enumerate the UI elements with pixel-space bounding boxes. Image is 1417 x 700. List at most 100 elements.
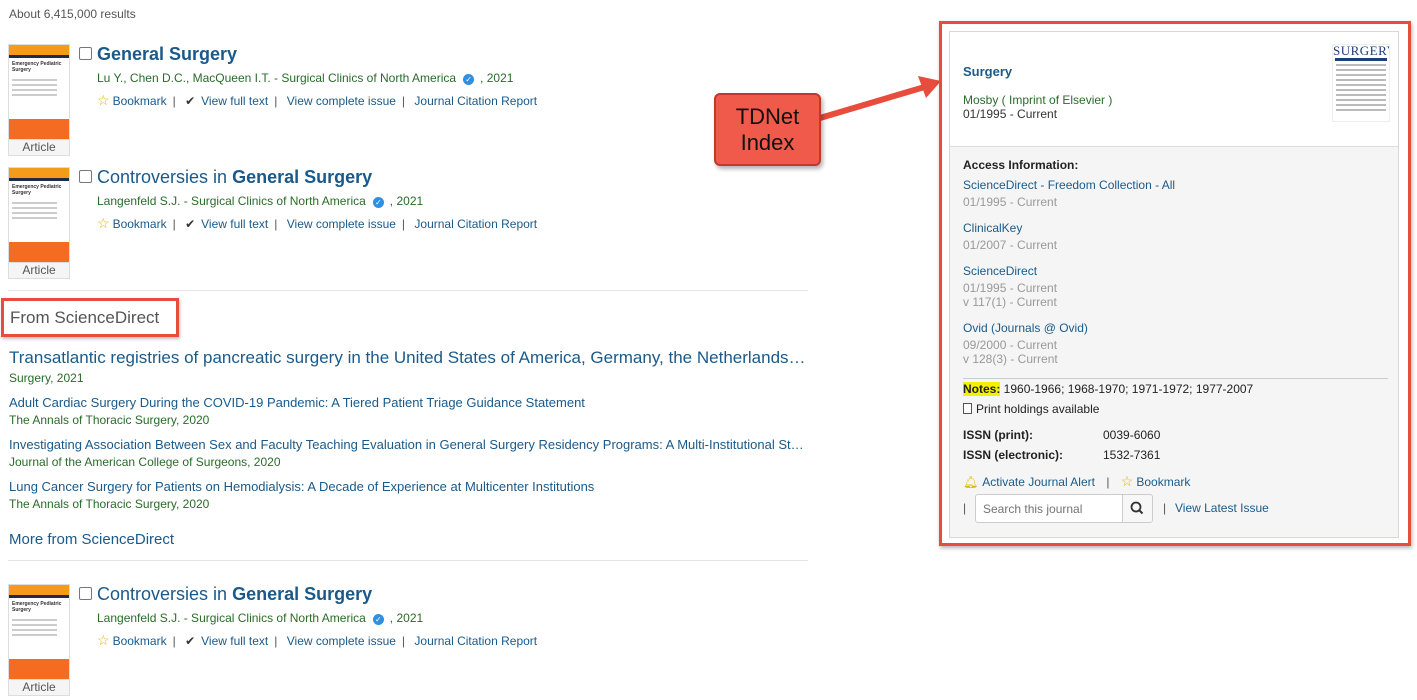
access-provider-link[interactable]: Ovid (Journals @ Ovid) — [963, 321, 1088, 335]
result-item: Emergency Pediatric Surgery Article Cont… — [8, 584, 808, 699]
check-icon: ✔ — [185, 94, 196, 108]
journal-actions: 🔔︎ Activate Journal Alert | ☆ Bookmark — [963, 473, 1191, 489]
search-button[interactable] — [1122, 494, 1153, 523]
view-full-text-link[interactable]: View full text — [201, 94, 268, 108]
view-latest-issue-link[interactable]: View Latest Issue — [1175, 501, 1269, 515]
result-actions: ☆ Bookmark | ✔ View full text | View complet… — [97, 632, 538, 648]
issn-print-label: ISSN (print): — [963, 428, 1033, 442]
view-complete-issue-link[interactable]: View complete issue — [287, 217, 396, 231]
article-thumbnail[interactable]: Emergency Pediatric Surgery Article — [8, 44, 70, 156]
sciencedirect-item-title[interactable]: Investigating Association Between Sex an… — [9, 437, 809, 452]
star-icon: ☆ — [1120, 473, 1134, 489]
print-holdings: Print holdings available — [963, 402, 1099, 416]
journal-title-link[interactable]: Surgery — [963, 64, 1012, 79]
check-icon: ✔ — [185, 634, 196, 648]
result-title-link[interactable]: Controversies in General Surgery — [97, 167, 372, 188]
more-from-sciencedirect-link[interactable]: More from ScienceDirect — [9, 531, 174, 548]
access-volume-range: v 117(1) - Current — [963, 295, 1057, 309]
callout-arrow — [819, 76, 941, 121]
journal-header: Surgery Mosby ( Imprint of Elsevier ) 01… — [950, 32, 1398, 147]
view-full-text-link[interactable]: View full text — [201, 217, 268, 231]
view-full-text-link[interactable]: View full text — [201, 634, 268, 648]
sciencedirect-item: Transatlantic registries of pancreatic s… — [9, 348, 809, 385]
tdnet-index-callout: TDNet Index — [714, 93, 821, 166]
sciencedirect-item: Adult Cardiac Surgery During the COVID-1… — [9, 395, 809, 427]
result-item: Emergency Pediatric Surgery Article Gene… — [8, 44, 808, 159]
search-icon — [1130, 501, 1144, 515]
journal-search-row: | | View Latest Issue — [963, 494, 1393, 524]
sciencedirect-item-source: The Annals of Thoracic Surgery, 2020 — [9, 413, 210, 427]
cover-image: Emergency Pediatric Surgery — [8, 584, 70, 680]
journal-cover-image: SURGERY — [1332, 44, 1390, 122]
document-icon — [963, 403, 972, 414]
result-checkbox[interactable] — [79, 47, 92, 60]
journal-bookmark-link[interactable]: Bookmark — [1136, 475, 1190, 489]
verified-icon: ✓ — [372, 614, 384, 625]
divider — [963, 378, 1388, 379]
issn-electronic-value: 1532-7361 — [1103, 448, 1161, 462]
access-range: 01/1995 - Current — [963, 195, 1058, 209]
access-entry: ScienceDirect 01/1995 - Current v 117(1)… — [963, 264, 1057, 309]
journal-publisher: Mosby ( Imprint of Elsevier ) — [963, 93, 1113, 107]
result-title-link[interactable]: Controversies in General Surgery — [97, 584, 372, 605]
sciencedirect-item-source: Surgery, 2021 — [9, 371, 84, 385]
notes-label: Notes: — [963, 382, 1001, 396]
bookmark-link[interactable]: Bookmark — [113, 634, 167, 648]
access-entry: Ovid (Journals @ Ovid) 09/2000 - Current… — [963, 321, 1088, 366]
verified-icon: ✓ — [463, 74, 475, 85]
result-meta: Langenfeld S.J. - Surgical Clinics of No… — [97, 611, 424, 625]
result-actions: ☆ Bookmark | ✔ View full text | View complet… — [97, 215, 538, 231]
journal-panel: Surgery Mosby ( Imprint of Elsevier ) 01… — [949, 31, 1399, 538]
access-entry: ScienceDirect - Freedom Collection - All… — [963, 178, 1175, 209]
sciencedirect-item-source: Journal of the American College of Surge… — [9, 455, 281, 469]
activate-journal-alert-link[interactable]: Activate Journal Alert — [982, 475, 1095, 489]
star-icon: ☆ — [97, 92, 110, 108]
result-checkbox[interactable] — [79, 170, 92, 183]
access-entry: ClinicalKey 01/2007 - Current — [963, 221, 1057, 252]
sciencedirect-header: From ScienceDirect — [1, 298, 179, 337]
issn-print-value: 0039-6060 — [1103, 428, 1161, 442]
result-title-link[interactable]: General Surgery — [97, 44, 237, 65]
article-type-label: Article — [8, 263, 70, 279]
sciencedirect-item: Investigating Association Between Sex an… — [9, 437, 809, 469]
star-icon: ☆ — [97, 215, 110, 231]
sciencedirect-item-title[interactable]: Transatlantic registries of pancreatic s… — [9, 348, 809, 368]
access-range: 01/1995 - Current — [963, 281, 1058, 295]
access-range: 09/2000 - Current — [963, 338, 1058, 352]
divider — [8, 290, 808, 291]
sciencedirect-item: Lung Cancer Surgery for Patients on Hemo… — [9, 479, 809, 511]
view-complete-issue-link[interactable]: View complete issue — [287, 634, 396, 648]
access-range: 01/2007 - Current — [963, 238, 1058, 252]
journal-range: 01/1995 - Current — [963, 107, 1058, 121]
result-meta: Lu Y., Chen D.C., MacQueen I.T. - Surgic… — [97, 71, 514, 85]
star-icon: ☆ — [97, 632, 110, 648]
access-provider-link[interactable]: ScienceDirect — [963, 264, 1057, 278]
result-checkbox[interactable] — [79, 587, 92, 600]
access-information-heading: Access Information: — [963, 158, 1079, 172]
journal-citation-report-link[interactable]: Journal Citation Report — [414, 94, 537, 108]
search-journal-input[interactable] — [975, 494, 1123, 523]
access-provider-link[interactable]: ClinicalKey — [963, 221, 1057, 235]
journal-citation-report-link[interactable]: Journal Citation Report — [414, 634, 537, 648]
result-actions: ☆ Bookmark | ✔ View full text | View complet… — [97, 92, 538, 108]
results-count: About 6,415,000 results — [9, 7, 136, 21]
article-type-label: Article — [8, 140, 70, 156]
article-thumbnail[interactable]: Emergency Pediatric Surgery Article — [8, 167, 70, 279]
notes: Notes: 1960-1966; 1968-1970; 1971-1972; … — [963, 382, 1254, 396]
access-volume-range: v 128(3) - Current — [963, 352, 1058, 366]
verified-icon: ✓ — [372, 197, 384, 208]
article-type-label: Article — [8, 680, 70, 696]
result-meta: Langenfeld S.J. - Surgical Clinics of No… — [97, 194, 424, 208]
sciencedirect-item-title[interactable]: Lung Cancer Surgery for Patients on Hemo… — [9, 479, 809, 494]
cover-image: Emergency Pediatric Surgery — [8, 167, 70, 263]
journal-citation-report-link[interactable]: Journal Citation Report — [414, 217, 537, 231]
bookmark-link[interactable]: Bookmark — [113, 217, 167, 231]
check-icon: ✔ — [185, 217, 196, 231]
divider — [8, 560, 808, 561]
view-complete-issue-link[interactable]: View complete issue — [287, 94, 396, 108]
bell-icon: 🔔︎ — [963, 475, 979, 489]
sciencedirect-item-title[interactable]: Adult Cardiac Surgery During the COVID-1… — [9, 395, 809, 410]
access-provider-link[interactable]: ScienceDirect - Freedom Collection - All — [963, 178, 1175, 192]
bookmark-link[interactable]: Bookmark — [113, 94, 167, 108]
article-thumbnail[interactable]: Emergency Pediatric Surgery Article — [8, 584, 70, 696]
